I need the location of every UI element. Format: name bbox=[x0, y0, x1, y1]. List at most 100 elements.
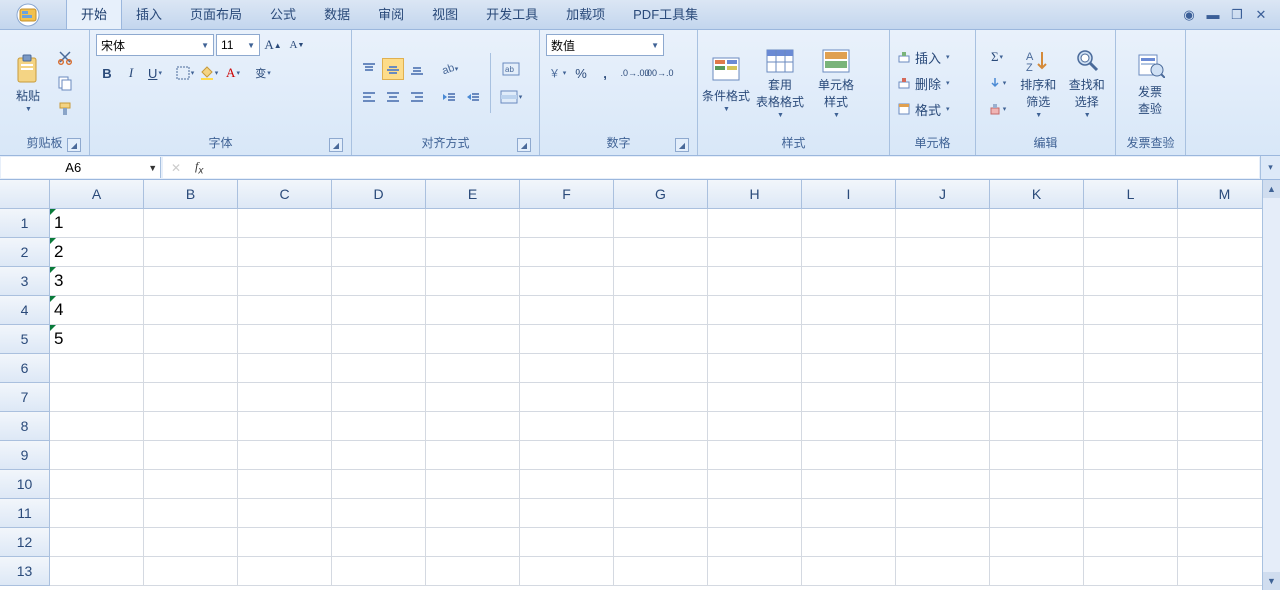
tab-开始[interactable]: 开始 bbox=[66, 0, 122, 29]
cell-D7[interactable] bbox=[332, 383, 426, 412]
tab-插入[interactable]: 插入 bbox=[122, 0, 176, 29]
cell-D12[interactable] bbox=[332, 528, 426, 557]
cell-H2[interactable] bbox=[708, 238, 802, 267]
percent-button[interactable]: % bbox=[570, 62, 592, 84]
col-header-H[interactable]: H bbox=[708, 180, 802, 209]
select-all-corner[interactable] bbox=[0, 180, 50, 209]
cell-M9[interactable] bbox=[1178, 441, 1262, 470]
cell-E6[interactable] bbox=[426, 354, 520, 383]
cell-L2[interactable] bbox=[1084, 238, 1178, 267]
minimize-ribbon-icon[interactable]: ▬ bbox=[1204, 7, 1222, 23]
cell-K4[interactable] bbox=[990, 296, 1084, 325]
cell-M11[interactable] bbox=[1178, 499, 1262, 528]
tab-公式[interactable]: 公式 bbox=[256, 0, 310, 29]
cell-F12[interactable] bbox=[520, 528, 614, 557]
cell-L11[interactable] bbox=[1084, 499, 1178, 528]
cell-J3[interactable] bbox=[896, 267, 990, 296]
bold-button[interactable]: B bbox=[96, 62, 118, 84]
cell-styles-button[interactable]: 单元格 样式▼ bbox=[812, 47, 860, 119]
cell-M12[interactable] bbox=[1178, 528, 1262, 557]
fx-icon[interactable]: fx bbox=[189, 159, 209, 176]
tab-视图[interactable]: 视图 bbox=[418, 0, 472, 29]
cell-E10[interactable] bbox=[426, 470, 520, 499]
cell-B10[interactable] bbox=[144, 470, 238, 499]
expand-formula-bar[interactable]: ▾ bbox=[1260, 156, 1280, 179]
cell-B9[interactable] bbox=[144, 441, 238, 470]
cancel-formula-icon[interactable]: ✕ bbox=[163, 161, 189, 175]
copy-button[interactable] bbox=[54, 72, 76, 94]
cell-A6[interactable] bbox=[50, 354, 144, 383]
cell-G2[interactable] bbox=[614, 238, 708, 267]
cell-F1[interactable] bbox=[520, 209, 614, 238]
row-header-11[interactable]: 11 bbox=[0, 499, 50, 528]
cell-K6[interactable] bbox=[990, 354, 1084, 383]
cell-C11[interactable] bbox=[238, 499, 332, 528]
cell-M10[interactable] bbox=[1178, 470, 1262, 499]
cell-D11[interactable] bbox=[332, 499, 426, 528]
cell-L9[interactable] bbox=[1084, 441, 1178, 470]
cell-D5[interactable] bbox=[332, 325, 426, 354]
cell-J13[interactable] bbox=[896, 557, 990, 586]
cell-L6[interactable] bbox=[1084, 354, 1178, 383]
cell-K1[interactable] bbox=[990, 209, 1084, 238]
cell-J11[interactable] bbox=[896, 499, 990, 528]
cell-B12[interactable] bbox=[144, 528, 238, 557]
cell-F4[interactable] bbox=[520, 296, 614, 325]
cell-M7[interactable] bbox=[1178, 383, 1262, 412]
cell-F7[interactable] bbox=[520, 383, 614, 412]
cell-C7[interactable] bbox=[238, 383, 332, 412]
cell-I12[interactable] bbox=[802, 528, 896, 557]
cell-B8[interactable] bbox=[144, 412, 238, 441]
cell-C8[interactable] bbox=[238, 412, 332, 441]
cell-H7[interactable] bbox=[708, 383, 802, 412]
row-header-10[interactable]: 10 bbox=[0, 470, 50, 499]
cell-I3[interactable] bbox=[802, 267, 896, 296]
tab-PDF工具集[interactable]: PDF工具集 bbox=[619, 0, 712, 29]
cell-H10[interactable] bbox=[708, 470, 802, 499]
cell-F5[interactable] bbox=[520, 325, 614, 354]
scroll-down-icon[interactable]: ▼ bbox=[1263, 572, 1280, 590]
cell-E1[interactable] bbox=[426, 209, 520, 238]
cell-C3[interactable] bbox=[238, 267, 332, 296]
cell-K2[interactable] bbox=[990, 238, 1084, 267]
cell-K7[interactable] bbox=[990, 383, 1084, 412]
cell-H12[interactable] bbox=[708, 528, 802, 557]
cell-L1[interactable] bbox=[1084, 209, 1178, 238]
cell-L8[interactable] bbox=[1084, 412, 1178, 441]
cell-I5[interactable] bbox=[802, 325, 896, 354]
cell-M5[interactable] bbox=[1178, 325, 1262, 354]
cell-K11[interactable] bbox=[990, 499, 1084, 528]
grow-font-button[interactable]: A▲ bbox=[262, 34, 284, 56]
cell-D9[interactable] bbox=[332, 441, 426, 470]
cell-B1[interactable] bbox=[144, 209, 238, 238]
cell-E7[interactable] bbox=[426, 383, 520, 412]
decrease-indent-button[interactable] bbox=[438, 86, 460, 108]
cell-M3[interactable] bbox=[1178, 267, 1262, 296]
fill-button[interactable]: ▾ bbox=[982, 72, 1012, 94]
cell-K9[interactable] bbox=[990, 441, 1084, 470]
row-header-4[interactable]: 4 bbox=[0, 296, 50, 325]
cell-B6[interactable] bbox=[144, 354, 238, 383]
cell-F11[interactable] bbox=[520, 499, 614, 528]
alignment-dialog-launcher[interactable]: ◢ bbox=[517, 138, 531, 152]
cell-H3[interactable] bbox=[708, 267, 802, 296]
cell-K3[interactable] bbox=[990, 267, 1084, 296]
autosum-button[interactable]: Σ▾ bbox=[982, 46, 1012, 68]
row-header-5[interactable]: 5 bbox=[0, 325, 50, 354]
cell-M6[interactable] bbox=[1178, 354, 1262, 383]
orientation-button[interactable]: ab▾ bbox=[438, 58, 460, 80]
cell-C13[interactable] bbox=[238, 557, 332, 586]
col-header-K[interactable]: K bbox=[990, 180, 1084, 209]
cell-F10[interactable] bbox=[520, 470, 614, 499]
cell-I4[interactable] bbox=[802, 296, 896, 325]
align-top-button[interactable] bbox=[358, 58, 380, 80]
cell-J6[interactable] bbox=[896, 354, 990, 383]
cell-H4[interactable] bbox=[708, 296, 802, 325]
cell-M2[interactable] bbox=[1178, 238, 1262, 267]
align-left-button[interactable] bbox=[358, 86, 380, 108]
number-dialog-launcher[interactable]: ◢ bbox=[675, 138, 689, 152]
cell-C12[interactable] bbox=[238, 528, 332, 557]
restore-window-icon[interactable]: ❐ bbox=[1228, 7, 1246, 23]
cell-C9[interactable] bbox=[238, 441, 332, 470]
name-box-input[interactable] bbox=[1, 160, 145, 175]
